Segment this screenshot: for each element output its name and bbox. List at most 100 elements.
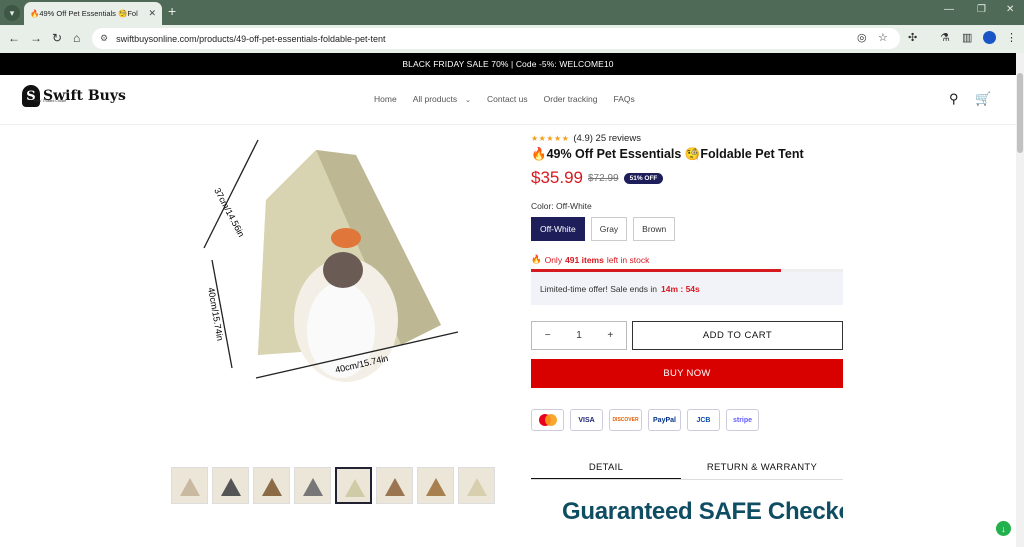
extensions-icon[interactable]: ✣: [908, 31, 917, 44]
price-row: $35.99 $72.99 51% OFF: [531, 168, 843, 188]
thumbnail[interactable]: [212, 467, 249, 504]
logo-mark: S: [22, 85, 40, 107]
labs-icon[interactable]: ⚗: [940, 31, 950, 44]
side-panel-icon[interactable]: ▥: [962, 31, 972, 44]
product-info: ★★★★★ (4.9) 25 reviews 🔥49% Off Pet Esse…: [531, 133, 843, 526]
tab-return-warranty[interactable]: RETURN & WARRANTY: [687, 462, 837, 480]
download-badge-icon[interactable]: ↓: [996, 521, 1011, 536]
forward-icon[interactable]: →: [30, 31, 42, 45]
compare-price: $72.99: [588, 172, 619, 184]
search-icon[interactable]: ⚲: [949, 91, 959, 107]
tabs-divider: [531, 479, 843, 480]
buy-now-button[interactable]: BUY NOW: [531, 359, 843, 388]
jcb-icon: JCB: [687, 409, 720, 431]
timer-value: 14m : 54s: [661, 283, 700, 294]
increase-quantity-button[interactable]: +: [607, 330, 613, 341]
stripe-icon: stripe: [726, 409, 759, 431]
stock-progress: [531, 269, 843, 272]
paypal-icon: PayPal: [648, 409, 681, 431]
discover-icon: DISCOVER: [609, 409, 642, 431]
close-window-icon[interactable]: ✕: [1006, 4, 1014, 15]
stock-count: 491 items: [565, 254, 604, 265]
tab-search-icon[interactable]: ▾: [4, 5, 20, 21]
site-header: S Swift Buys Pets' Trusted Choice Home A…: [0, 75, 1016, 125]
new-tab-icon[interactable]: +: [168, 3, 176, 19]
eye-off-icon[interactable]: ◎: [857, 31, 867, 44]
decrease-quantity-button[interactable]: −: [545, 330, 551, 341]
quantity-value[interactable]: 1: [576, 330, 582, 341]
cart-icon[interactable]: 🛒: [975, 91, 991, 107]
reload-icon[interactable]: ↻: [52, 31, 62, 45]
payment-methods: VISA DISCOVER PayPal JCB stripe: [531, 409, 843, 431]
height-label: 37cm/14.56in: [212, 186, 246, 238]
thumbnail[interactable]: [171, 467, 208, 504]
nav-faqs[interactable]: FAQs: [613, 94, 634, 104]
cart-row: − 1 + ADD TO CART: [531, 321, 843, 350]
color-option-brown[interactable]: Brown: [633, 217, 676, 241]
color-label: Color: Off-White: [531, 201, 592, 211]
color-option-gray[interactable]: Gray: [590, 217, 628, 241]
nav-all-products-label: All products: [412, 94, 458, 104]
page: BLACK FRIDAY SALE 70% | Code -5%: WELCOM…: [0, 53, 1016, 547]
url-text: swiftbuysonline.com/products/49-off-pet-…: [116, 33, 386, 44]
visa-icon: VISA: [570, 409, 603, 431]
scrollbar-thumb[interactable]: [1017, 73, 1023, 153]
rating-text: (4.9) 25 reviews: [573, 133, 641, 144]
color-options: Off-White Gray Brown: [531, 217, 843, 241]
thumbnail[interactable]: [417, 467, 454, 504]
browser-tab[interactable]: 🔥49% Off Pet Essentials 🧐Fol ✕: [24, 2, 162, 25]
stock-suffix: left in stock: [606, 254, 650, 265]
browser-tab-bar: ▾ 🔥49% Off Pet Essentials 🧐Fol ✕ + — ❐ ✕: [0, 0, 1024, 25]
add-to-cart-button[interactable]: ADD TO CART: [632, 321, 843, 350]
bookmark-star-icon[interactable]: ☆: [878, 31, 888, 44]
star-rating-icon: ★★★★★: [531, 134, 570, 143]
stock-progress-fill: [531, 269, 781, 272]
stock-notice: 🔥 Only 491 items left in stock: [531, 254, 843, 265]
thumbnail[interactable]: [458, 467, 495, 504]
minimize-icon[interactable]: —: [944, 4, 954, 15]
profile-avatar[interactable]: [983, 31, 996, 44]
height-dimension-line: [203, 139, 259, 249]
cat-head: [323, 252, 363, 288]
tab-title: 🔥49% Off Pet Essentials 🧐Fol: [30, 9, 138, 18]
timer-text: Limited-time offer! Sale ends in: [540, 283, 658, 294]
chevron-down-icon: ⌄: [465, 97, 471, 104]
back-icon[interactable]: ←: [8, 31, 20, 45]
product-main-image[interactable]: 37cm/14.56in 40cm/15.74in 40cm/15.74in: [196, 130, 474, 430]
countdown-timer: Limited-time offer! Sale ends in 14m : 5…: [531, 272, 843, 305]
main-nav: Home All products ⌄ Contact us Order trac…: [374, 94, 635, 104]
scrollbar[interactable]: [1016, 53, 1024, 547]
mastercard-icon: [531, 409, 564, 431]
thumbnail-strip: [171, 467, 495, 504]
quantity-stepper: − 1 +: [531, 321, 627, 350]
thumbnail[interactable]: [294, 467, 331, 504]
mastercard-circles: [538, 414, 557, 426]
address-bar[interactable]: ⚙ swiftbuysonline.com/products/49-off-pe…: [92, 28, 900, 49]
stock-prefix: Only: [544, 254, 563, 265]
logo[interactable]: S Swift Buys: [22, 85, 126, 107]
safe-checkout-banner: Guaranteed SAFE Checkout: [562, 498, 843, 525]
rating[interactable]: ★★★★★ (4.9) 25 reviews: [531, 133, 843, 144]
thumbnail-selected[interactable]: [335, 467, 372, 504]
restore-icon[interactable]: ❐: [977, 4, 986, 15]
nav-all-products[interactable]: All products ⌄: [413, 94, 471, 104]
thumbnail[interactable]: [376, 467, 413, 504]
site-info-icon[interactable]: ⚙: [100, 33, 108, 44]
fire-icon: 🔥: [531, 254, 542, 264]
color-option-off-white[interactable]: Off-White: [531, 217, 585, 241]
tab-detail[interactable]: DETAIL: [531, 462, 681, 480]
nav-contact[interactable]: Contact us: [487, 94, 528, 104]
close-tab-icon[interactable]: ✕: [148, 8, 156, 19]
thumbnail[interactable]: [253, 467, 290, 504]
discount-badge: 51% OFF: [623, 172, 664, 184]
product-tabs: DETAIL RETURN & WARRANTY: [531, 462, 843, 480]
tent-patch: [331, 228, 361, 248]
announcement-bar: BLACK FRIDAY SALE 70% | Code -5%: WELCOM…: [0, 53, 1016, 75]
nav-home[interactable]: Home: [374, 94, 397, 104]
home-icon[interactable]: ⌂: [73, 31, 80, 45]
menu-kebab-icon[interactable]: ⋮: [1006, 31, 1017, 44]
nav-order-tracking[interactable]: Order tracking: [544, 94, 598, 104]
sale-price: $35.99: [531, 168, 583, 187]
product-title: 🔥49% Off Pet Essentials 🧐Foldable Pet Te…: [531, 147, 804, 161]
logo-tagline: Pets' Trusted Choice: [34, 99, 67, 103]
